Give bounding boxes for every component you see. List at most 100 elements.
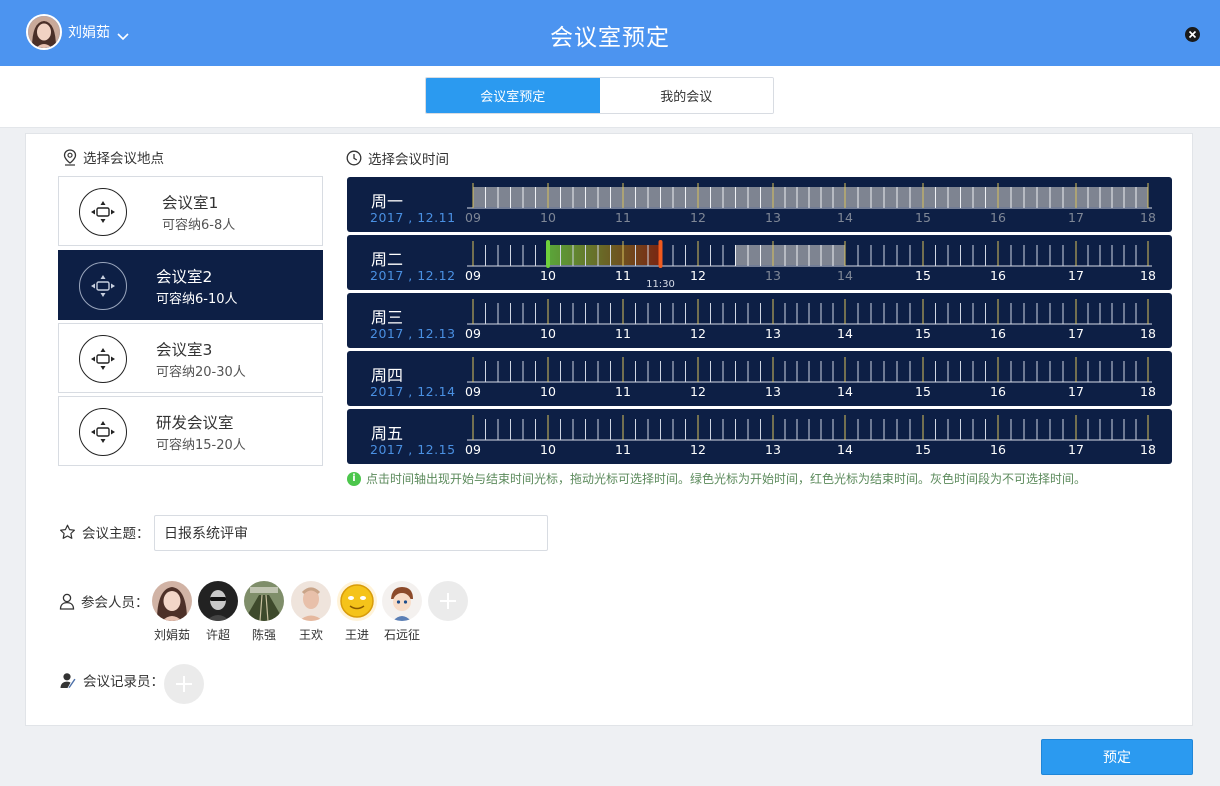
- hour-label: 17: [1068, 268, 1084, 283]
- attendee-name: 刘娟茹: [153, 628, 190, 642]
- day-name: 周三: [371, 308, 404, 327]
- hour-label: 14: [837, 268, 853, 283]
- room-card-1[interactable]: 会议室1 可容纳6-8人: [58, 176, 323, 246]
- timeline-track[interactable]: 09 10 11 12 13 14 15 16 17 18: [347, 293, 1172, 348]
- recorder-label-text: 会议记录员：: [83, 674, 164, 690]
- day-row-wed[interactable]: 09 10 11 12 13 14 15 16 17 18 周三 2017 , 12.13: [347, 293, 1172, 348]
- hour-label: 11: [615, 268, 631, 283]
- timeline-track[interactable]: 09 10 11 12 13 14 15 16 17 18 11:30: [347, 235, 1172, 290]
- attendee[interactable]: 陈强: [242, 581, 286, 643]
- hour-label: 16: [990, 210, 1006, 225]
- hour-label: 13: [765, 442, 781, 457]
- attendee-avatar: [152, 581, 192, 621]
- meeting-table-icon: [79, 262, 127, 310]
- topic-label-text: 会议主题：: [82, 526, 150, 542]
- hour-label: 11: [615, 326, 631, 341]
- info-icon: i: [347, 471, 361, 486]
- timeline-track[interactable]: 09 10 11 12 13 14 15 16 17 18: [347, 177, 1172, 232]
- selected-range: [548, 245, 661, 265]
- hour-label: 18: [1140, 268, 1156, 283]
- day-date: 2017 , 12.15: [370, 442, 456, 457]
- day-name: 周一: [371, 192, 404, 211]
- attendee-avatar: [244, 581, 284, 621]
- attendee[interactable]: 许超: [196, 581, 240, 643]
- room-name: 会议室1: [162, 194, 219, 212]
- hour-label: 13: [765, 384, 781, 399]
- book-button[interactable]: 预定: [1041, 739, 1193, 775]
- room-name: 会议室3: [156, 341, 213, 359]
- start-time-cursor: [546, 240, 550, 268]
- day-date: 2017 , 12.12: [370, 268, 456, 283]
- hour-label: 09: [465, 210, 481, 225]
- add-recorder-button[interactable]: [164, 664, 204, 704]
- hour-label: 11: [615, 442, 631, 457]
- plus-icon: [176, 676, 192, 692]
- booking-panel: 选择会议地点 会议室1 可容纳6-8人 会议室2 可容纳6-10人 会议室3 可…: [25, 133, 1193, 726]
- hour-label: 13: [765, 326, 781, 341]
- hour-label: 14: [837, 384, 853, 399]
- attendee[interactable]: 石远征: [380, 581, 424, 643]
- attendee-avatar: [382, 581, 422, 621]
- topic-label: 会议主题：: [59, 522, 150, 542]
- hour-label: 14: [837, 210, 853, 225]
- attendee-name: 许超: [205, 628, 230, 642]
- hour-label: 17: [1068, 326, 1084, 341]
- hour-label: 09: [465, 442, 481, 457]
- hour-label: 12: [690, 268, 706, 283]
- location-section-title: 选择会议地点: [63, 147, 164, 167]
- tabs: 会议室预定 我的会议: [425, 77, 774, 114]
- day-date: 2017 , 12.14: [370, 384, 456, 399]
- room-card-2[interactable]: 会议室2 可容纳6-10人: [58, 250, 323, 320]
- attendee-name: 石远征: [383, 628, 420, 642]
- day-row-thu[interactable]: 09 10 11 12 13 14 15 16 17 18 周四 2017 , 12.14: [347, 351, 1172, 406]
- end-time-cursor: [658, 240, 663, 268]
- meeting-table-icon: [79, 408, 127, 456]
- hour-label: 09: [465, 268, 481, 283]
- day-name: 周二: [371, 250, 404, 269]
- meeting-table-icon: [79, 335, 127, 383]
- attendee[interactable]: 刘娟茹: [150, 581, 194, 643]
- add-attendee-button[interactable]: [428, 581, 468, 621]
- app-header: 刘娟茹 会议室预定: [0, 0, 1220, 66]
- room-card-4[interactable]: 研发会议室 可容纳15-20人: [58, 396, 323, 466]
- close-icon[interactable]: [1185, 27, 1200, 42]
- tab-my-meetings[interactable]: 我的会议: [599, 78, 773, 113]
- timeline-track[interactable]: 09 10 11 12 13 14 15 16 17 18: [347, 351, 1172, 406]
- attendees-label-text: 参会人员：: [81, 595, 149, 611]
- time-title-text: 选择会议时间: [368, 152, 449, 168]
- day-name: 周五: [371, 424, 404, 443]
- topic-input[interactable]: [154, 515, 548, 551]
- hour-label: 16: [990, 268, 1006, 283]
- room-name: 研发会议室: [156, 414, 234, 432]
- hour-label: 10: [540, 384, 556, 399]
- meeting-table-icon: [79, 188, 127, 236]
- room-card-3[interactable]: 会议室3 可容纳20-30人: [58, 323, 323, 393]
- hour-label: 15: [915, 210, 931, 225]
- hour-label: 11: [615, 210, 631, 225]
- page-title: 会议室预定: [550, 25, 670, 51]
- hour-label: 16: [990, 326, 1006, 341]
- tab-bar: 会议室预定 我的会议: [0, 66, 1220, 128]
- clock-icon: [346, 150, 362, 166]
- unavailable-block: [473, 187, 1148, 207]
- day-row-tue[interactable]: 09 10 11 12 13 14 15 16 17 18 11:30 周二 2017 , 12.1…: [347, 235, 1172, 290]
- tab-room-booking[interactable]: 会议室预定: [426, 78, 600, 113]
- hour-label: 12: [690, 326, 706, 341]
- day-row-fri[interactable]: 09 10 11 12 13 14 15 16 17 18 周五 2017 , 12.15: [347, 409, 1172, 464]
- timeline-hint: i 点击时间轴出现开始与结束时间光标，拖动光标可选择时间。绿色光标为开始时间，红…: [347, 470, 1086, 487]
- hour-label: 17: [1068, 384, 1084, 399]
- hour-label: 14: [837, 326, 853, 341]
- hour-label: 16: [990, 384, 1006, 399]
- attendee[interactable]: 王进: [335, 581, 379, 643]
- hour-label: 13: [765, 268, 781, 283]
- hour-label: 12: [690, 442, 706, 457]
- hour-label: 16: [990, 442, 1006, 457]
- timeline-track[interactable]: 09 10 11 12 13 14 15 16 17 18: [347, 409, 1172, 464]
- attendee[interactable]: 王欢: [289, 581, 333, 643]
- hour-label: 10: [540, 442, 556, 457]
- day-name: 周四: [371, 366, 404, 385]
- room-capacity: 可容纳6-10人: [156, 292, 238, 307]
- hour-label: 10: [540, 210, 556, 225]
- room-name: 会议室2: [156, 268, 213, 286]
- day-row-mon[interactable]: 09 10 11 12 13 14 15 16 17 18 周一 2017 , 12.11: [347, 177, 1172, 232]
